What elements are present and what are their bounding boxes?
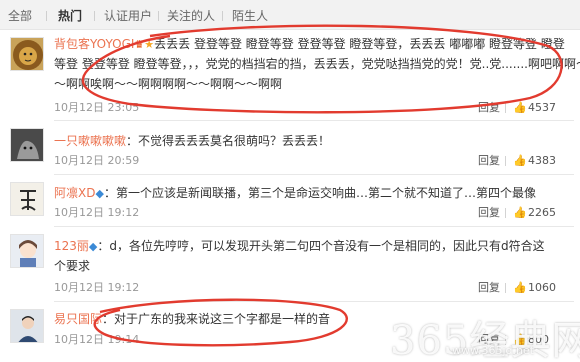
comment-line: ～啊啊唉啊～～啊啊啊啊～～啊啊～～啊啊 (54, 77, 283, 91)
comment-timestamp: 10月12日 19:12 (54, 206, 140, 219)
comment-filter-tabs: 全部 热门 认证用户 关注的人 陌生人 (0, 0, 580, 30)
action-divider (505, 103, 506, 113)
lion-avatar-icon (13, 40, 43, 70)
comment-line: ：第一个应该是新闻联播，第三个是命运交响曲…第二个就不知道了…第四个最像 (103, 186, 536, 200)
tab-all[interactable]: 全部 (8, 9, 32, 23)
vip-crown-icon: ♛ (134, 38, 145, 51)
tab-hot[interactable]: 热门 (58, 9, 82, 23)
action-divider (505, 156, 506, 166)
star-icon: ★ (144, 38, 155, 51)
watermark-url: www.365jd.net (452, 344, 535, 357)
comment-line: 个要求 (54, 259, 91, 273)
avatar[interactable] (10, 37, 44, 71)
reply-button[interactable]: 回复 (478, 101, 500, 115)
comment-line: 等登 登登等登 瞪登等登，，，党党的档挡宕的挡，丢丢丢，党党哒挡挡党的党！党..… (54, 57, 580, 71)
comment-line: ：对于广东的我来说这三个字都是一样的音 (102, 312, 331, 326)
like-count: 4537 (528, 101, 556, 114)
tab-verified-users[interactable]: 认证用户 (104, 9, 152, 23)
comment-text: 易只国际：对于广东的我来说这三个字都是一样的音 (54, 309, 330, 329)
person-avatar-icon (11, 310, 43, 342)
avatar[interactable] (10, 309, 44, 343)
comment-text: 123丽◆：d，各位先哼哼，可以发现开头第二句四个音没有一个是相同的，因此只有d… (54, 236, 545, 257)
avatar[interactable] (10, 128, 44, 162)
tab-divider (158, 11, 159, 21)
comment-line: ：d，各位先哼哼，可以发现开头第二句四个音没有一个是相同的，因此只有d符合这 (97, 239, 545, 253)
tab-following[interactable]: 关注的人 (167, 9, 215, 23)
thumbs-up-icon[interactable]: 👍 (513, 155, 527, 167)
reply-button[interactable]: 回复 (478, 281, 500, 295)
reply-button[interactable]: 回复 (478, 154, 500, 168)
comment-text: 背包客YOYOGI♛★丢丢丢 登登等登 瞪登等登 登登等登 瞪登等登，丢丢丢 嘟… (54, 34, 565, 55)
calligraphy-avatar-icon (11, 183, 43, 215)
comment-timestamp: 10月12日 23:05 (54, 101, 140, 114)
cat-avatar-icon (11, 129, 43, 161)
username-link[interactable]: 易只国际 (54, 312, 102, 326)
reply-button[interactable]: 回复 (478, 206, 500, 220)
comment-timestamp: 10月12日 19:14 (54, 333, 140, 346)
comment-line: ：不觉得丢丢丢莫名很萌吗？丢丢丢！ (126, 134, 331, 148)
anime-avatar-icon (11, 235, 43, 267)
username-link[interactable]: 123丽 (54, 239, 89, 253)
action-divider (505, 283, 506, 293)
comment-divider (54, 226, 574, 227)
avatar[interactable] (10, 182, 44, 216)
comment-line: 丢丢丢 登登等登 瞪登等登 登登等登 瞪登等登，丢丢丢 嘟嘟嘟 瞪登等登 瞪登 (154, 37, 565, 51)
comment-timestamp: 10月12日 19:12 (54, 281, 140, 294)
tab-divider (94, 11, 95, 21)
comment-text: 一只嗽嗽嗽嗽：不觉得丢丢丢莫名很萌吗？丢丢丢！ (54, 131, 330, 151)
member-badge-icon: ◆ (95, 187, 104, 200)
like-count: 1060 (528, 281, 556, 294)
action-divider (505, 208, 506, 218)
avatar[interactable] (10, 234, 44, 268)
comment-divider (54, 301, 574, 302)
like-count: 4383 (528, 154, 556, 167)
comment-divider (54, 120, 574, 121)
comment-text: 阿凛XD◆：第一个应该是新闻联播，第三个是命运交响曲…第二个就不知道了…第四个最… (54, 183, 536, 204)
comment-timestamp: 10月12日 20:59 (54, 154, 140, 167)
like-count: 2265 (528, 206, 556, 219)
thumbs-up-icon[interactable]: 👍 (513, 282, 527, 294)
tab-divider (222, 11, 223, 21)
thumbs-up-icon[interactable]: 👍 (513, 207, 527, 219)
username-link[interactable]: 背包客YOYOGI (54, 37, 134, 51)
username-link[interactable]: 一只嗽嗽嗽嗽 (54, 134, 126, 148)
tab-strangers[interactable]: 陌生人 (232, 9, 268, 23)
thumbs-up-icon[interactable]: 👍 (513, 102, 527, 114)
username-link[interactable]: 阿凛XD (54, 186, 95, 200)
comment-divider (54, 174, 574, 175)
tab-divider (46, 11, 47, 21)
